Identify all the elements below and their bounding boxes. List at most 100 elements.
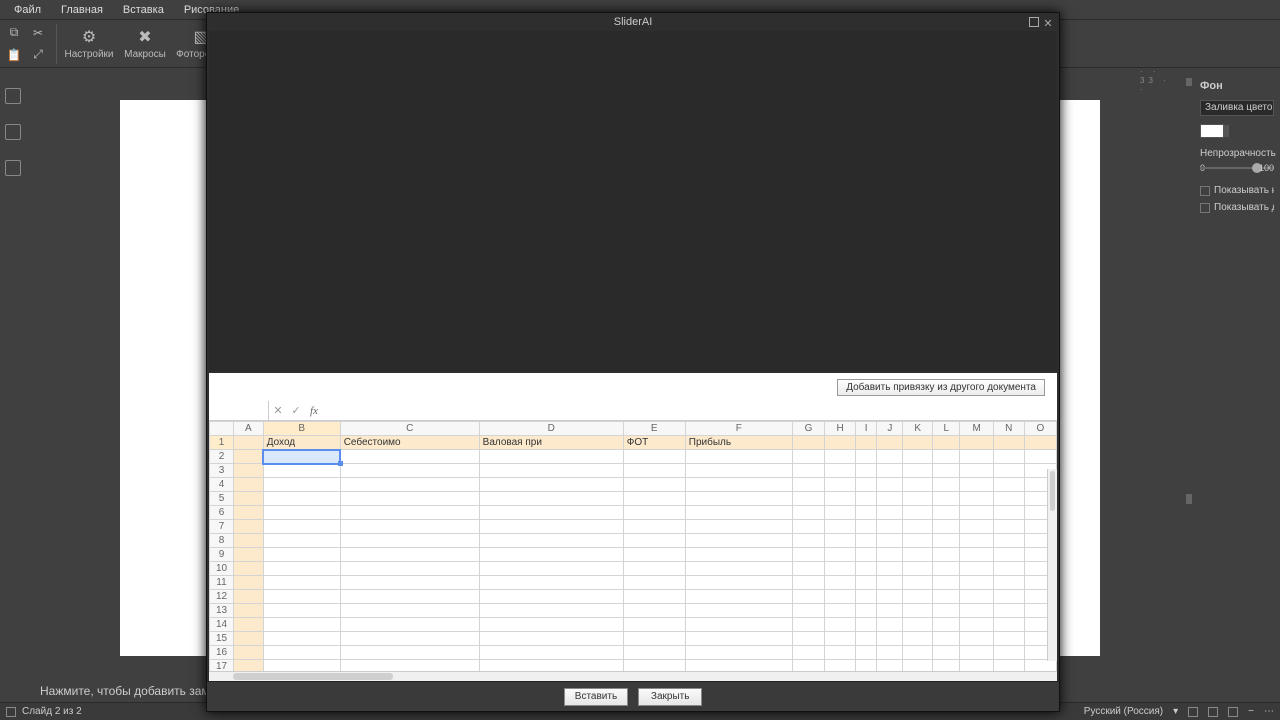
- cell-M1[interactable]: [960, 436, 993, 450]
- row-header-10[interactable]: 10: [210, 562, 234, 576]
- cell-L6[interactable]: [933, 506, 960, 520]
- cell-H16[interactable]: [825, 646, 856, 660]
- cell-A12[interactable]: [234, 590, 264, 604]
- cell-N12[interactable]: [993, 590, 1024, 604]
- paste-icon[interactable]: 📋: [4, 45, 24, 65]
- cell-J15[interactable]: [877, 632, 903, 646]
- play-icon[interactable]: [6, 707, 16, 717]
- cell-M6[interactable]: [960, 506, 993, 520]
- cell-J16[interactable]: [877, 646, 903, 660]
- cell-F16[interactable]: [685, 646, 792, 660]
- cell-K13[interactable]: [903, 604, 933, 618]
- row-header-3[interactable]: 3: [210, 464, 234, 478]
- cell-A7[interactable]: [234, 520, 264, 534]
- copy-icon[interactable]: ⧉: [4, 23, 24, 43]
- cell-A2[interactable]: [234, 450, 264, 464]
- cell-I15[interactable]: [856, 632, 877, 646]
- cell-N1[interactable]: [993, 436, 1024, 450]
- cell-F7[interactable]: [685, 520, 792, 534]
- grid[interactable]: ABCDEFGHIJKLMNO1ДоходСебестоимоВаловая п…: [209, 421, 1057, 671]
- cell-C5[interactable]: [340, 492, 479, 506]
- cell-O17[interactable]: [1024, 660, 1056, 672]
- cell-D5[interactable]: [479, 492, 623, 506]
- notes-hint[interactable]: Нажмите, чтобы добавить зам: [40, 684, 210, 698]
- menu-file[interactable]: Файл: [4, 0, 51, 20]
- cell-A16[interactable]: [234, 646, 264, 660]
- cell-E5[interactable]: [623, 492, 685, 506]
- col-header-J[interactable]: J: [877, 422, 903, 436]
- menu-insert[interactable]: Вставка: [113, 0, 174, 20]
- cell-F17[interactable]: [685, 660, 792, 672]
- cell-C7[interactable]: [340, 520, 479, 534]
- cell-N10[interactable]: [993, 562, 1024, 576]
- cell-D16[interactable]: [479, 646, 623, 660]
- cell-J14[interactable]: [877, 618, 903, 632]
- cell-D12[interactable]: [479, 590, 623, 604]
- cell-H13[interactable]: [825, 604, 856, 618]
- cell-N11[interactable]: [993, 576, 1024, 590]
- cell-H2[interactable]: [825, 450, 856, 464]
- col-header-L[interactable]: L: [933, 422, 960, 436]
- cell-M5[interactable]: [960, 492, 993, 506]
- row-header-16[interactable]: 16: [210, 646, 234, 660]
- cell-A5[interactable]: [234, 492, 264, 506]
- row-header-12[interactable]: 12: [210, 590, 234, 604]
- zoom-out-icon[interactable]: −: [1248, 706, 1254, 717]
- row-header-11[interactable]: 11: [210, 576, 234, 590]
- cell-K17[interactable]: [903, 660, 933, 672]
- cell-N9[interactable]: [993, 548, 1024, 562]
- search-icon[interactable]: [5, 88, 21, 104]
- cell-B14[interactable]: [263, 618, 340, 632]
- cell-M10[interactable]: [960, 562, 993, 576]
- cell-O1[interactable]: [1024, 436, 1056, 450]
- row-header-1[interactable]: 1: [210, 436, 234, 450]
- cell-B12[interactable]: [263, 590, 340, 604]
- cell-J10[interactable]: [877, 562, 903, 576]
- cell-A9[interactable]: [234, 548, 264, 562]
- cell-M13[interactable]: [960, 604, 993, 618]
- cell-G9[interactable]: [792, 548, 824, 562]
- globe-icon[interactable]: [1188, 707, 1198, 717]
- cell-C10[interactable]: [340, 562, 479, 576]
- cell-H5[interactable]: [825, 492, 856, 506]
- cell-M8[interactable]: [960, 534, 993, 548]
- row-header-15[interactable]: 15: [210, 632, 234, 646]
- cell-E17[interactable]: [623, 660, 685, 672]
- cell-L3[interactable]: [933, 464, 960, 478]
- cell-J13[interactable]: [877, 604, 903, 618]
- cell-I4[interactable]: [856, 478, 877, 492]
- cell-L5[interactable]: [933, 492, 960, 506]
- row-header-14[interactable]: 14: [210, 618, 234, 632]
- cell-H11[interactable]: [825, 576, 856, 590]
- cell-I17[interactable]: [856, 660, 877, 672]
- cell-A13[interactable]: [234, 604, 264, 618]
- cell-H17[interactable]: [825, 660, 856, 672]
- cell-H9[interactable]: [825, 548, 856, 562]
- cell-A11[interactable]: [234, 576, 264, 590]
- cell-B8[interactable]: [263, 534, 340, 548]
- lang-dropdown-icon[interactable]: ▾: [1173, 706, 1178, 717]
- cell-B6[interactable]: [263, 506, 340, 520]
- spellcheck-icon[interactable]: [1208, 707, 1218, 717]
- cell-J9[interactable]: [877, 548, 903, 562]
- cell-F4[interactable]: [685, 478, 792, 492]
- cell-F9[interactable]: [685, 548, 792, 562]
- menu-home[interactable]: Главная: [51, 0, 113, 20]
- row-header-13[interactable]: 13: [210, 604, 234, 618]
- col-header-M[interactable]: M: [960, 422, 993, 436]
- cell-B2[interactable]: [263, 450, 340, 464]
- cell-L11[interactable]: [933, 576, 960, 590]
- fill-type-select[interactable]: Заливка цветом: [1200, 100, 1274, 116]
- cell-G15[interactable]: [792, 632, 824, 646]
- cell-C6[interactable]: [340, 506, 479, 520]
- cell-B10[interactable]: [263, 562, 340, 576]
- cell-G16[interactable]: [792, 646, 824, 660]
- grid-corner[interactable]: [210, 422, 234, 436]
- cell-F1[interactable]: Прибыль: [685, 436, 792, 450]
- cell-C13[interactable]: [340, 604, 479, 618]
- cell-G4[interactable]: [792, 478, 824, 492]
- cell-L13[interactable]: [933, 604, 960, 618]
- cell-D11[interactable]: [479, 576, 623, 590]
- cell-N3[interactable]: [993, 464, 1024, 478]
- cell-F5[interactable]: [685, 492, 792, 506]
